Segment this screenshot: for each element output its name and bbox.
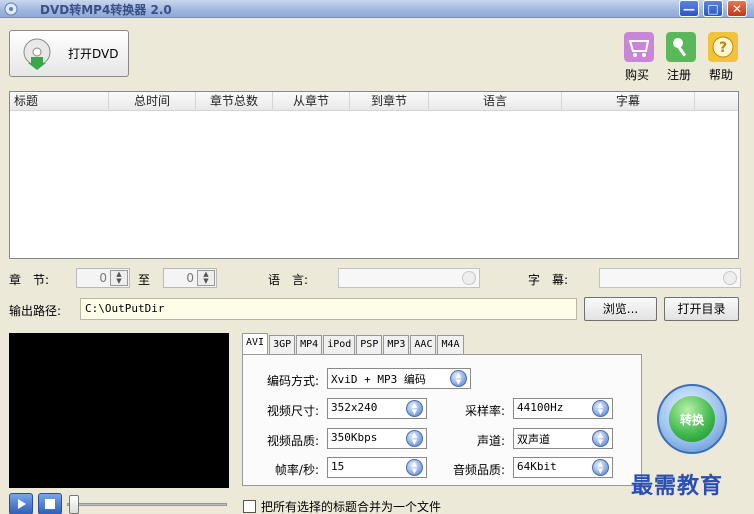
window-title: DVD转MP4转换器 2.0 [40, 3, 172, 17]
encoding-value: XviD + MP3 编码 [331, 373, 426, 386]
dropdown-icon: ▲ ▼ [406, 430, 423, 447]
buy-label[interactable]: 购买 [625, 66, 649, 83]
stop-button[interactable] [38, 493, 62, 514]
dropdown-icon: ▲ ▼ [592, 430, 609, 447]
tab-ipod[interactable]: iPod [323, 335, 356, 354]
channels-value: 双声道 [517, 433, 550, 446]
app-icon [4, 2, 18, 16]
sample-rate-select[interactable]: 44100Hz ▲ ▼ [513, 398, 613, 419]
maximize-button[interactable]: □ [703, 0, 723, 17]
key-icon[interactable] [666, 32, 696, 62]
sample-rate-label: 采样率: [464, 404, 505, 418]
tab-avi[interactable]: AVI [242, 333, 269, 354]
cart-icon[interactable] [624, 32, 654, 62]
column-header[interactable]: 字幕 [562, 92, 695, 110]
audio-quality-value: 64Kbit [517, 460, 557, 473]
dropdown-icon [723, 271, 737, 285]
help-label[interactable]: 帮助 [709, 66, 733, 83]
help-icon[interactable]: ? [708, 32, 738, 62]
dvd-disc-icon [23, 38, 51, 70]
open-dvd-button[interactable]: 打开DVD [9, 30, 129, 77]
chapter-from-spinner[interactable]: 0 ▲ ▼ [76, 268, 130, 288]
convert-label: 转换 [679, 412, 704, 427]
column-header[interactable]: 标题 [10, 92, 109, 110]
frame-rate-label: 帧率/秒: [274, 463, 319, 477]
merge-checkbox[interactable] [243, 500, 256, 513]
column-header[interactable]: 总时间 [109, 92, 196, 110]
subtitle-label: 字 幕: [528, 273, 569, 287]
output-path-label: 输出路径: [9, 304, 62, 318]
title-list[interactable]: 标题 总时间 章节总数 从章节 到章节 语言 字幕 [9, 91, 739, 259]
merge-label[interactable]: 把所有选择的标题合并为一个文件 [261, 498, 441, 514]
sample-rate-value: 44100Hz [517, 401, 564, 414]
seek-track[interactable] [67, 503, 227, 506]
tab-mp3[interactable]: MP3 [383, 335, 410, 354]
open-dvd-label: 打开DVD [68, 47, 119, 61]
language-label: 语 言: [268, 273, 309, 287]
convert-arrow-icon: 转换 [669, 396, 715, 442]
register-label[interactable]: 注册 [667, 66, 691, 83]
tab-m4a[interactable]: M4A [437, 335, 464, 354]
column-header[interactable]: 到章节 [350, 92, 429, 110]
watermark: 最需教育 [631, 473, 724, 499]
title-bar: DVD转MP4转换器 2.0 — □ ✕ [0, 0, 754, 18]
dropdown-icon: ▲ ▼ [592, 400, 609, 417]
video-preview [9, 333, 229, 488]
audio-quality-select[interactable]: 64Kbit ▲ ▼ [513, 457, 613, 478]
stop-icon [45, 499, 55, 509]
tab-3gp[interactable]: 3GP [269, 335, 296, 354]
browse-button[interactable]: 浏览... [584, 297, 657, 321]
column-header[interactable]: 从章节 [273, 92, 350, 110]
encoding-select[interactable]: XviD + MP3 编码 ▲ ▼ [327, 368, 471, 389]
chapter-label: 章 节: [9, 273, 50, 287]
tab-aac[interactable]: AAC [410, 335, 437, 354]
chapter-from-value: 0 [99, 271, 107, 285]
channels-label: 声道: [476, 434, 505, 448]
dropdown-icon: ▲ ▼ [406, 400, 423, 417]
title-list-header: 标题 总时间 章节总数 从章节 到章节 语言 字幕 [10, 92, 738, 111]
svg-text:?: ? [719, 40, 727, 56]
format-settings-panel: 编码方式: XviD + MP3 编码 ▲ ▼ 视频尺寸: 352x240 ▲ ▼ … [242, 354, 642, 486]
frame-rate-select[interactable]: 15 ▲ ▼ [327, 457, 427, 478]
open-directory-button[interactable]: 打开目录 [664, 297, 739, 321]
format-tabs: AVI 3GP MP4 iPod PSP MP3 AAC M4A [242, 333, 465, 355]
minimize-button[interactable]: — [679, 0, 699, 17]
play-button[interactable] [9, 493, 33, 514]
audio-quality-label: 音频品质: [452, 463, 505, 477]
play-icon [18, 499, 26, 509]
close-icon: ✕ [731, 1, 743, 16]
tab-mp4[interactable]: MP4 [296, 335, 323, 354]
spinner-arrows-icon[interactable]: ▲ ▼ [110, 270, 128, 286]
convert-button[interactable]: 转换 [657, 384, 727, 454]
subtitle-select[interactable] [599, 268, 741, 288]
maximize-icon: □ [707, 1, 719, 16]
video-quality-value: 350Kbps [331, 431, 378, 444]
column-header-filler [695, 92, 738, 110]
dropdown-icon: ▲ ▼ [592, 459, 609, 476]
column-header[interactable]: 语言 [429, 92, 562, 110]
dropdown-icon: ▲ ▼ [406, 459, 423, 476]
frame-rate-value: 15 [331, 460, 345, 473]
encoding-label: 编码方式: [266, 374, 319, 388]
video-size-value: 352x240 [331, 401, 378, 414]
minimize-icon: — [683, 1, 695, 16]
tab-psp[interactable]: PSP [356, 335, 383, 354]
close-button[interactable]: ✕ [727, 0, 747, 17]
dropdown-icon: ▲ ▼ [450, 370, 467, 387]
video-size-select[interactable]: 352x240 ▲ ▼ [327, 398, 427, 419]
language-select[interactable] [338, 268, 480, 288]
video-quality-select[interactable]: 350Kbps ▲ ▼ [327, 428, 427, 449]
seek-slider[interactable] [69, 495, 79, 514]
chapter-to-spinner[interactable]: 0 ▲ ▼ [163, 268, 217, 288]
chapter-to-label: 至 [138, 273, 151, 287]
channels-select[interactable]: 双声道 ▲ ▼ [513, 428, 613, 449]
chapter-to-value: 0 [186, 271, 194, 285]
spinner-arrows-icon[interactable]: ▲ ▼ [197, 270, 215, 286]
column-header[interactable]: 章节总数 [196, 92, 273, 110]
dropdown-icon [462, 271, 476, 285]
video-quality-label: 视频品质: [266, 434, 319, 448]
output-path-input[interactable]: C:\OutPutDir [80, 298, 577, 320]
video-size-label: 视频尺寸: [266, 404, 319, 418]
